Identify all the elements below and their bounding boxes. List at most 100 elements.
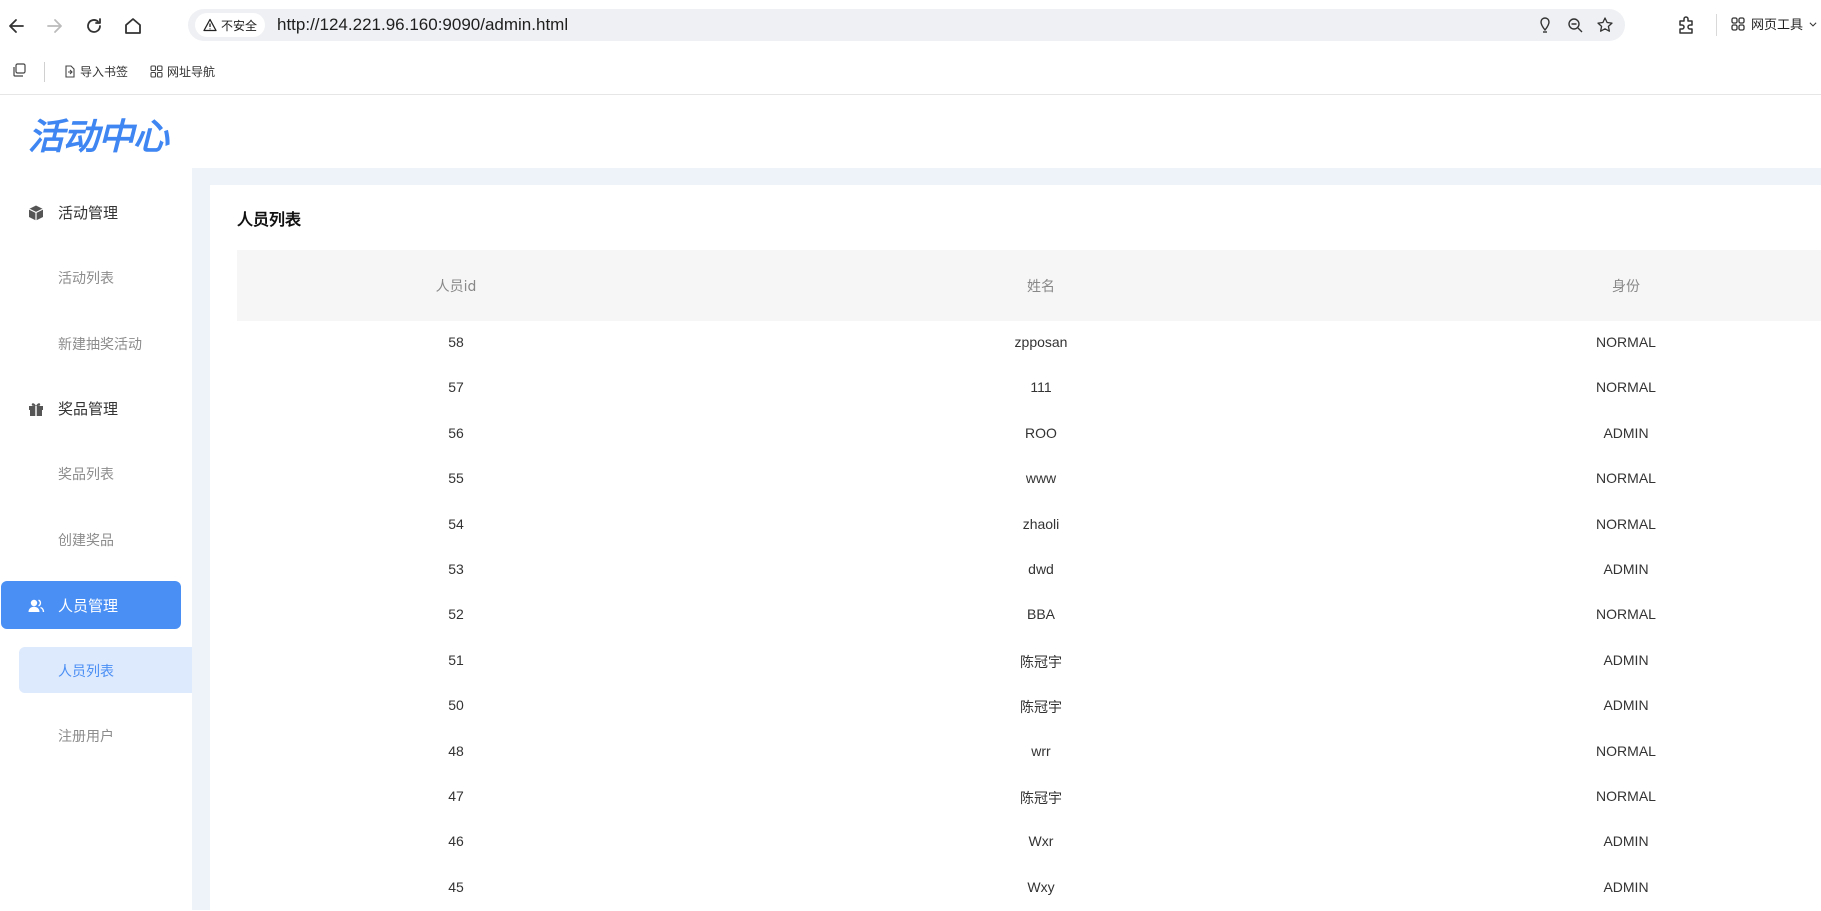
cell-name: dwd — [1028, 560, 1054, 577]
bookmark-label: 导入书签 — [80, 65, 129, 79]
grid-icon — [1731, 16, 1745, 31]
extensions-puzzle-icon[interactable] — [1675, 13, 1699, 37]
cell-name: ROO — [1025, 424, 1057, 441]
cell-role: ADMIN — [1603, 697, 1649, 714]
cell-name: zhaoli — [1022, 515, 1060, 532]
cell-id: 47 — [448, 787, 464, 804]
page-title: 人员列表 — [237, 210, 302, 229]
import-file-icon — [65, 65, 75, 78]
menu-create-prize[interactable]: 创建奖品 — [0, 516, 192, 562]
cell-name: BBA — [1026, 606, 1055, 623]
insecure-badge[interactable]: 不安全 — [195, 13, 266, 37]
table-row[interactable]: 57 111 NORMAL — [237, 366, 1821, 411]
cell-role: NORMAL — [1596, 515, 1656, 532]
bookmark-nav[interactable]: 网址导航 — [150, 63, 215, 80]
chevron-down-icon — [1809, 21, 1817, 27]
column-header-id[interactable]: 人员id — [356, 276, 556, 296]
back-arrow-icon — [9, 19, 24, 33]
submenu-label: 奖品列表 — [58, 467, 114, 483]
table-row[interactable]: 46 Wxr ADMIN — [237, 820, 1821, 865]
table-row[interactable]: 56 ROO ADMIN — [237, 412, 1821, 457]
cell-name: 陈冠宇 — [1020, 653, 1062, 670]
cell-role: NORMAL — [1596, 470, 1656, 487]
toolbar-divider — [1716, 14, 1717, 36]
bookmark-import[interactable]: 导入书签 — [63, 63, 128, 80]
table-row[interactable]: 47 陈冠宇 NORMAL — [237, 775, 1821, 820]
table-row[interactable]: 48 wrr NORMAL — [237, 730, 1821, 775]
cell-id: 54 — [448, 515, 464, 532]
menu-activity-management[interactable]: 活动管理 — [0, 188, 192, 236]
cell-role: ADMIN — [1603, 833, 1649, 850]
cell-name: www — [1025, 470, 1057, 487]
table-body: 58 zpposan NORMAL 57 111 NORMAL 56 ROO ADMIN 55 ww… — [237, 321, 1821, 911]
cell-name: 111 — [1030, 379, 1052, 396]
cell-id: 52 — [448, 606, 464, 623]
location-pin-icon[interactable] — [1535, 15, 1555, 35]
bookmarks-divider — [44, 62, 45, 82]
menu-register-user[interactable]: 注册用户 — [0, 712, 192, 758]
grid-icon — [150, 65, 163, 78]
cell-id: 58 — [448, 334, 464, 350]
cell-id: 55 — [448, 470, 464, 487]
menu-user-list[interactable]: 人员列表 — [19, 647, 192, 693]
forward-arrow-icon — [47, 19, 62, 33]
cell-role: NORMAL — [1596, 606, 1656, 623]
menu-user-management[interactable]: 人员管理 — [1, 581, 181, 629]
cell-name: Wxy — [1027, 878, 1055, 895]
cell-role: ADMIN — [1603, 424, 1649, 441]
submenu-label: 创建奖品 — [58, 533, 114, 549]
table-row[interactable]: 58 zpposan NORMAL — [237, 321, 1821, 366]
web-tools-label: 网页工具 — [1751, 18, 1804, 33]
menu-label: 活动管理 — [58, 204, 119, 222]
cell-id: 45 — [448, 878, 464, 895]
zoom-out-icon[interactable] — [1565, 15, 1585, 35]
forward-button[interactable] — [40, 12, 68, 40]
table-row[interactable]: 53 dwd ADMIN — [237, 548, 1821, 593]
column-header-name[interactable]: 姓名 — [941, 276, 1141, 296]
home-icon — [125, 18, 141, 34]
sidebar: 活动管理 活动列表 新建抽奖活动 奖品管理 奖品列表 创建奖品 人员管理 人员列… — [0, 168, 192, 910]
cell-id: 57 — [448, 379, 464, 396]
menu-prize-list[interactable]: 奖品列表 — [0, 450, 192, 496]
table-header: 人员id 姓名 身份 — [237, 250, 1821, 321]
cell-name: wrr — [1031, 742, 1051, 759]
cell-role: NORMAL — [1596, 787, 1656, 804]
cell-id: 48 — [448, 742, 464, 759]
submenu-label: 人员列表 — [58, 664, 114, 680]
cell-name: Wxr — [1028, 833, 1054, 850]
gift-icon — [27, 400, 45, 418]
star-icon[interactable] — [1595, 15, 1615, 35]
cell-role: NORMAL — [1596, 334, 1656, 350]
box-icon — [27, 204, 45, 222]
menu-label: 奖品管理 — [58, 400, 119, 418]
url-text[interactable]: http://124.221.96.160:9090/admin.html — [277, 15, 568, 35]
cell-name: 陈冠宇 — [1020, 699, 1062, 716]
browser-toolbar: 不安全 http://124.221.96.160:9090/admin.htm… — [0, 0, 1821, 52]
submenu-label: 活动列表 — [58, 271, 114, 287]
web-tools-menu[interactable]: 网页工具 — [1730, 14, 1818, 33]
table-row[interactable]: 55 www NORMAL — [237, 457, 1821, 502]
menu-new-lottery-activity[interactable]: 新建抽奖活动 — [0, 320, 192, 366]
table-row[interactable]: 45 Wxy ADMIN — [237, 866, 1821, 911]
menu-prize-management[interactable]: 奖品管理 — [0, 384, 192, 432]
home-button[interactable] — [119, 12, 147, 40]
address-bar[interactable]: 不安全 http://124.221.96.160:9090/admin.htm… — [188, 9, 1625, 41]
reload-button[interactable] — [80, 12, 108, 40]
cell-role: NORMAL — [1596, 379, 1656, 396]
cell-id: 56 — [448, 424, 464, 441]
reload-icon — [87, 18, 101, 33]
warning-icon — [203, 18, 217, 32]
cell-role: ADMIN — [1603, 878, 1649, 895]
column-header-role[interactable]: 身份 — [1526, 276, 1726, 296]
table-row[interactable]: 54 zhaoli NORMAL — [237, 503, 1821, 548]
table-row[interactable]: 52 BBA NORMAL — [237, 593, 1821, 638]
app-logo[interactable]: 活动中心 — [28, 108, 169, 160]
back-button[interactable] — [3, 12, 31, 40]
users-icon — [27, 597, 45, 615]
bookmark-label: 网址导航 — [167, 65, 216, 79]
menu-label: 人员管理 — [58, 597, 119, 615]
menu-activity-list[interactable]: 活动列表 — [0, 254, 192, 300]
table-row[interactable]: 50 陈冠宇 ADMIN — [237, 684, 1821, 729]
tab-overview-icon[interactable] — [11, 62, 27, 78]
table-row[interactable]: 51 陈冠宇 ADMIN — [237, 639, 1821, 684]
